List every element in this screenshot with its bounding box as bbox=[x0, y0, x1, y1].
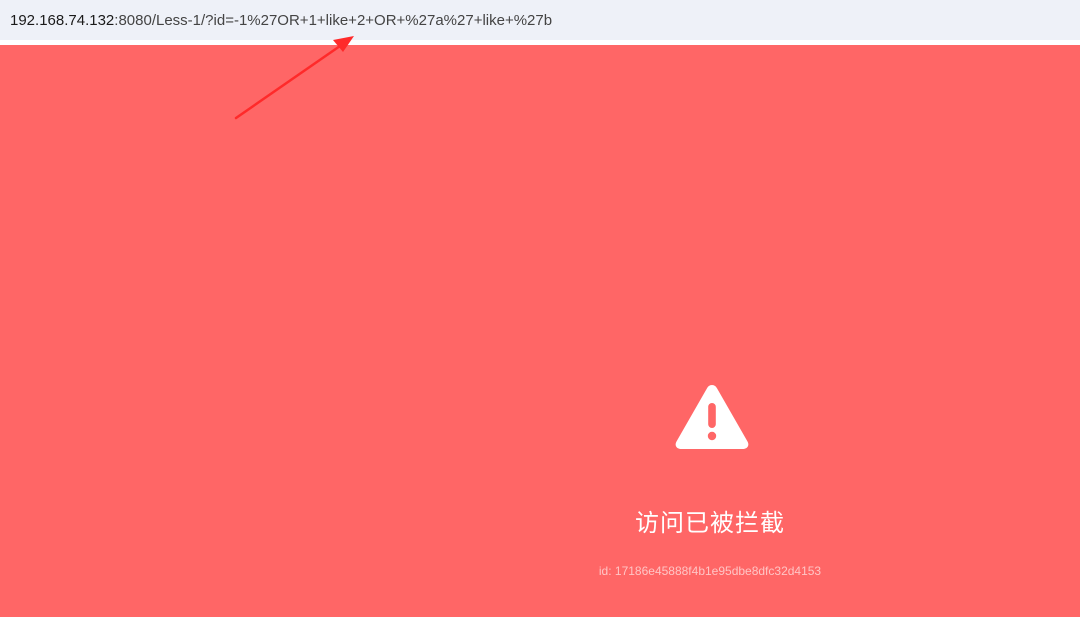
url-host: 192.168.74.132 bbox=[10, 11, 115, 29]
address-bar[interactable]: 192.168.74.132:8080/Less-1/?id=-1%27OR+1… bbox=[0, 0, 1080, 40]
url-path: :8080/Less-1/?id=-1%27OR+1+like+2+OR+%27… bbox=[114, 11, 553, 29]
blocked-title: 访问已被拦截 bbox=[635, 509, 785, 537]
request-id: id: 17186e45888f4b1e95dbe8dfc32d4153 bbox=[598, 564, 822, 578]
warning-triangle-icon bbox=[675, 385, 749, 449]
blocked-page bbox=[0, 45, 1080, 617]
